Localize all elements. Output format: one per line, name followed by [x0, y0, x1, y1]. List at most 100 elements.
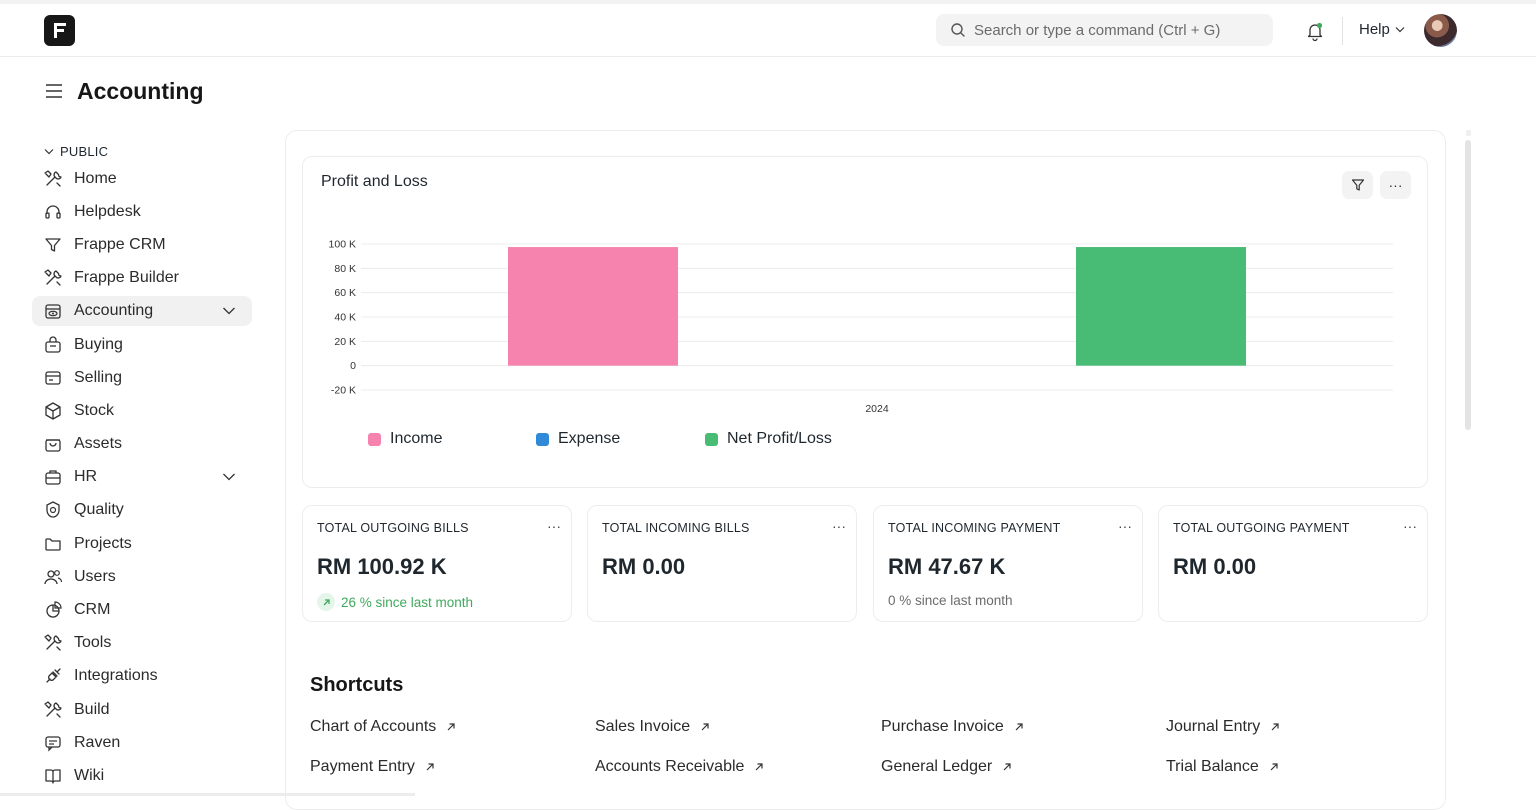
shortcut-trial-balance[interactable]: Trial Balance — [1166, 758, 1279, 776]
card-menu-icon[interactable]: ··· — [1403, 518, 1417, 534]
shortcut-label: Journal Entry — [1166, 718, 1261, 735]
shortcut-chart-of-accounts[interactable]: Chart of Accounts — [310, 718, 456, 736]
shortcut-journal-entry[interactable]: Journal Entry — [1166, 718, 1280, 736]
sidebar-item-label: Tools — [74, 634, 112, 652]
page-title: Accounting — [77, 78, 204, 104]
sidebar-item-home[interactable]: Home — [32, 162, 252, 195]
arrow-up-right-icon — [317, 593, 335, 611]
box-icon — [42, 401, 64, 421]
legend-item-income[interactable]: Income — [368, 430, 442, 448]
arrow-up-right-icon — [1271, 723, 1279, 731]
tools-icon — [42, 268, 64, 288]
sidebar-item-raven[interactable]: Raven — [32, 726, 252, 759]
bar-net-profit-loss[interactable] — [1076, 247, 1246, 366]
notification-bell-icon[interactable] — [1304, 20, 1326, 42]
shortcut-accounts-receivable[interactable]: Accounts Receivable — [595, 758, 764, 776]
shortcut-purchase-invoice[interactable]: Purchase Invoice — [881, 718, 1024, 736]
chevron-down-icon[interactable] — [222, 472, 236, 482]
trend-text: 0 % since last month — [888, 593, 1013, 608]
number-card-total-outgoing-payment[interactable]: TOTAL OUTGOING PAYMENT ··· RM 0.00 — [1158, 505, 1428, 622]
folder-icon — [42, 534, 64, 554]
sidebar-item-label: Integrations — [74, 667, 158, 685]
shortcut-label: Purchase Invoice — [881, 718, 1004, 735]
app-logo-icon[interactable] — [44, 15, 75, 46]
card-label: TOTAL OUTGOING PAYMENT — [1173, 521, 1350, 535]
number-card-total-outgoing-bills[interactable]: TOTAL OUTGOING BILLS ··· RM 100.92 K 26 % s… — [302, 505, 572, 622]
sidebar-item-frappe-builder[interactable]: Frappe Builder — [32, 262, 252, 295]
help-label: Help — [1359, 21, 1390, 38]
sidebar-item-hr[interactable]: HR — [32, 461, 252, 494]
basket-icon — [42, 335, 64, 355]
sidebar-item-integrations[interactable]: Integrations — [32, 660, 252, 693]
help-dropdown[interactable]: Help — [1359, 21, 1405, 38]
sidebar-item-helpdesk[interactable]: Helpdesk — [32, 195, 252, 228]
arrow-up-right-icon — [701, 723, 709, 731]
arrow-up-right-icon — [447, 723, 455, 731]
sidebar-item-label: Frappe Builder — [74, 269, 179, 287]
sidebar-item-accounting[interactable]: Accounting — [32, 296, 252, 327]
scrollbar-thumb[interactable] — [1465, 140, 1471, 430]
legend-item-net-profit-loss[interactable]: Net Profit/Loss — [705, 430, 832, 448]
legend-label: Expense — [558, 430, 621, 447]
card-menu-icon[interactable]: ··· — [547, 518, 561, 534]
tools-icon — [42, 169, 64, 189]
shortcut-label: Payment Entry — [310, 758, 415, 775]
sidebar-item-users[interactable]: Users — [32, 560, 252, 593]
sidebar-item-assets[interactable]: Assets — [32, 428, 252, 461]
scrollbar-arrow[interactable] — [1466, 130, 1471, 136]
search-bar[interactable] — [936, 14, 1273, 46]
shortcut-label: Accounts Receivable — [595, 758, 745, 775]
sidebar-item-label: Frappe CRM — [74, 235, 166, 253]
user-avatar[interactable] — [1424, 14, 1457, 47]
sidebar-item-label: Users — [74, 567, 116, 585]
card-menu-icon[interactable]: ··· — [1118, 518, 1132, 534]
y-tick-label: 40 K — [334, 312, 356, 324]
sidebar-item-crm[interactable]: CRM — [32, 593, 252, 626]
legend-swatch — [368, 432, 381, 446]
sidebar-item-label: Buying — [74, 335, 123, 353]
shortcut-label: Chart of Accounts — [310, 718, 437, 735]
shortcut-general-ledger[interactable]: General Ledger — [881, 758, 1012, 776]
arrow-up-right-icon — [1270, 763, 1278, 771]
eye-icon — [42, 301, 64, 321]
sidebar-item-buying[interactable]: Buying — [32, 328, 252, 361]
shortcut-sales-invoice[interactable]: Sales Invoice — [595, 718, 710, 736]
chevron-down-icon[interactable] — [222, 306, 236, 316]
sidebar-item-label: Quality — [74, 501, 124, 519]
bar-income[interactable] — [508, 247, 678, 366]
y-tick-label: 80 K — [334, 263, 356, 275]
plug-icon — [42, 666, 64, 686]
shortcut-label: Trial Balance — [1166, 758, 1259, 775]
sidebar-item-frappe-crm[interactable]: Frappe CRM — [32, 228, 252, 261]
sidebar-item-label: Assets — [74, 435, 123, 453]
sidebar-item-selling[interactable]: Selling — [32, 361, 252, 394]
card-menu-icon[interactable]: ··· — [832, 518, 846, 534]
legend-item-expense[interactable]: Expense — [536, 430, 620, 448]
sidebar-item-wiki[interactable]: Wiki — [32, 759, 252, 792]
sidebar-item-label: CRM — [74, 601, 111, 619]
legend-label: Income — [390, 430, 443, 447]
legend-label: Net Profit/Loss — [727, 430, 832, 447]
card-label: TOTAL OUTGOING BILLS — [317, 521, 469, 535]
number-card-total-incoming-bills[interactable]: TOTAL INCOMING BILLS ··· RM 0.00 — [587, 505, 857, 622]
sidebar-item-stock[interactable]: Stock — [32, 394, 252, 427]
trend-text: 26 % since last month — [341, 594, 474, 610]
sidebar-toggle-icon[interactable] — [44, 82, 64, 100]
tools-icon — [42, 700, 64, 720]
funnel-icon — [42, 235, 64, 255]
sidebar-item-label: Accounting — [74, 302, 154, 320]
shortcut-payment-entry[interactable]: Payment Entry — [310, 758, 435, 776]
legend-swatch — [705, 432, 718, 446]
sidebar: PUBLIC Home Helpdesk Frappe CRM Frappe Buil… — [32, 140, 252, 793]
sidebar-item-tools[interactable]: Tools — [32, 627, 252, 660]
sidebar-item-projects[interactable]: Projects — [32, 527, 252, 560]
sidebar-item-quality[interactable]: Quality — [32, 494, 252, 527]
sidebar-item-build[interactable]: Build — [32, 693, 252, 726]
number-card-total-incoming-payment[interactable]: TOTAL INCOMING PAYMENT ··· RM 47.67 K 0 % s… — [873, 505, 1143, 622]
sidebar-item-label: Projects — [74, 534, 132, 552]
sidebar-section-public[interactable]: PUBLIC — [32, 140, 252, 162]
book-icon — [42, 766, 64, 786]
legend-swatch — [536, 432, 549, 446]
search-input[interactable] — [974, 21, 1264, 39]
y-tick-label: 20 K — [334, 336, 356, 348]
